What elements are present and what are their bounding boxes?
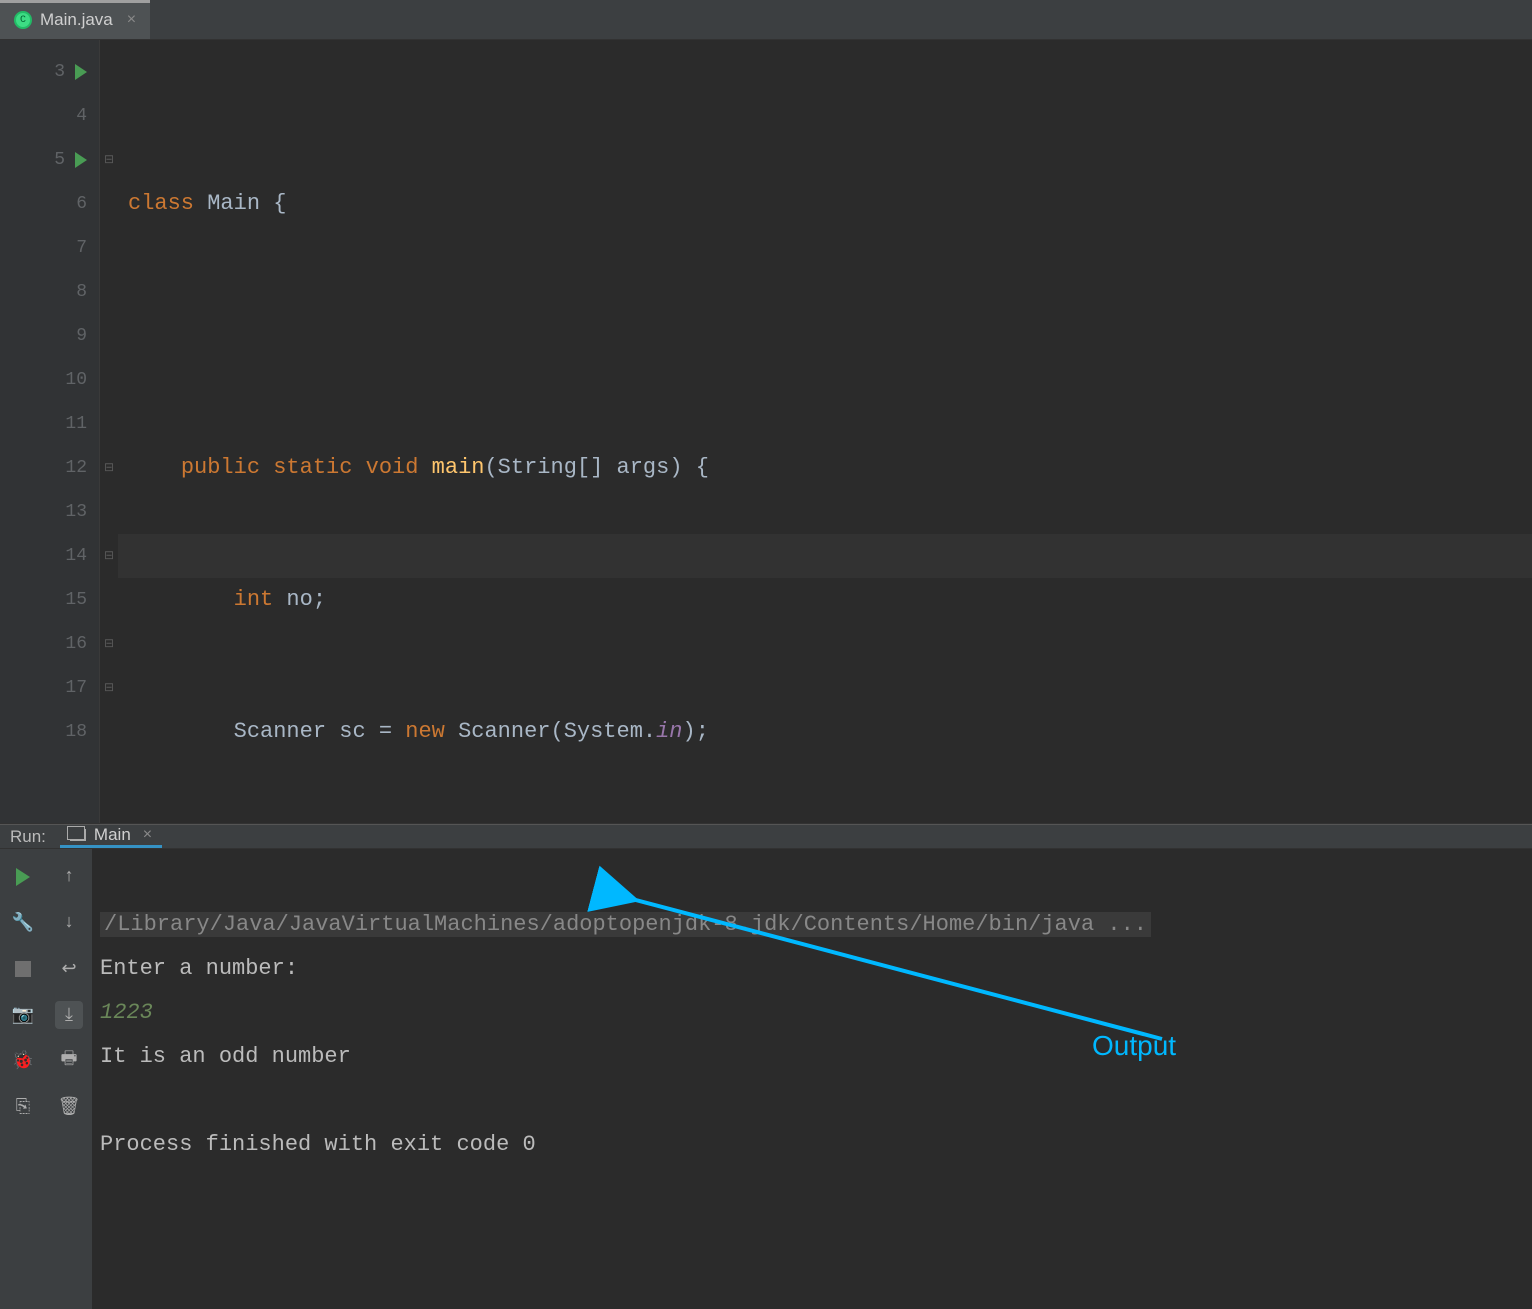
code-editor[interactable]: 3 4 5 6 7 8 9 10 11 12 13 14 15 16 17 18… (0, 40, 1532, 824)
file-tab-label: Main.java (40, 10, 113, 30)
run-toolbar-secondary: ↑ ↓ ↩ ⤓ 🖶 🗑 (46, 849, 92, 1309)
console-prompt-line: Enter a number: (100, 956, 311, 981)
code-line (128, 314, 1532, 358)
line-number: 17 (65, 666, 87, 710)
line-number: 16 (65, 622, 87, 666)
run-panel-header: Run: Main × (0, 825, 1532, 849)
clear-all-button[interactable]: 🗑 (55, 1093, 83, 1121)
fold-end-icon: ⊟ (100, 622, 118, 666)
line-number: 15 (65, 578, 87, 622)
java-class-icon: C (14, 11, 32, 29)
code-area[interactable]: class Main { public static void main(Str… (118, 40, 1532, 823)
line-number: 3 (54, 50, 65, 94)
current-line-highlight (118, 534, 1532, 578)
code-line: Scanner sc = new Scanner(System.in); (128, 710, 1532, 754)
run-gutter-icon[interactable] (75, 152, 87, 168)
rerun-button[interactable] (9, 863, 37, 891)
run-gutter-icon[interactable] (75, 64, 87, 80)
line-number: 4 (76, 94, 87, 138)
fold-column: ⊟ ⊟ ⊟ ⊟ ⊟ (100, 40, 118, 823)
soft-wrap-button[interactable]: ↩ (55, 955, 83, 983)
fold-toggle-icon[interactable]: ⊟ (100, 138, 118, 182)
print-button[interactable]: 🖶 (55, 1047, 83, 1075)
console-result-line: It is an odd number (100, 1044, 351, 1069)
code-line: public static void main(String[] args) { (128, 446, 1532, 490)
line-number: 11 (65, 402, 87, 446)
code-line: int no; (128, 578, 1532, 622)
line-number: 6 (76, 182, 87, 226)
line-number: 18 (65, 710, 87, 754)
run-body: 🔧 📷 🐞 ⎘ ↑ ↓ ↩ ⤓ 🖶 🗑 /Library/Java/JavaVi… (0, 849, 1532, 1309)
line-number: 14 (65, 534, 87, 578)
console-command-line: /Library/Java/JavaVirtualMachines/adopto… (100, 912, 1151, 937)
annotation-label: Output (1092, 1024, 1176, 1068)
run-toolbar-primary: 🔧 📷 🐞 ⎘ (0, 849, 46, 1309)
exit-button[interactable]: 🐞 (9, 1047, 37, 1075)
line-number-gutter: 3 4 5 6 7 8 9 10 11 12 13 14 15 16 17 18 (0, 40, 100, 823)
console-user-input: 1223 (100, 1000, 153, 1025)
editor-tab-bar: C Main.java × (0, 0, 1532, 40)
fold-end-icon: ⊟ (100, 534, 118, 578)
down-button[interactable]: ↓ (55, 909, 83, 937)
console-output[interactable]: /Library/Java/JavaVirtualMachines/adopto… (92, 849, 1532, 1309)
wrench-settings-button[interactable]: 🔧 (9, 909, 37, 937)
run-config-icon (70, 829, 86, 841)
stop-button[interactable] (9, 955, 37, 983)
layout-button[interactable]: ⎘ (9, 1093, 37, 1121)
file-tab-main[interactable]: C Main.java × (0, 0, 150, 39)
line-number: 5 (54, 138, 65, 182)
run-tab-label: Main (94, 825, 131, 845)
run-panel: Run: Main × 🔧 📷 🐞 ⎘ ↑ ↓ ↩ ⤓ 🖶 🗑 /Library… (0, 824, 1532, 1244)
close-run-tab-icon[interactable]: × (143, 826, 152, 844)
line-number: 12 (65, 446, 87, 490)
dump-threads-button[interactable]: 📷 (9, 1001, 37, 1029)
up-button[interactable]: ↑ (55, 863, 83, 891)
line-number: 13 (65, 490, 87, 534)
play-icon (16, 868, 30, 886)
code-line: class Main { (128, 182, 1532, 226)
line-number: 9 (76, 314, 87, 358)
line-number: 7 (76, 226, 87, 270)
fold-end-icon: ⊟ (100, 666, 118, 710)
run-panel-title: Run: (10, 827, 46, 847)
close-tab-icon[interactable]: × (127, 11, 136, 29)
run-tab-main[interactable]: Main × (60, 825, 162, 848)
fold-toggle-icon[interactable]: ⊟ (100, 446, 118, 490)
line-number: 8 (76, 270, 87, 314)
stop-icon (15, 961, 31, 977)
scroll-to-end-button[interactable]: ⤓ (55, 1001, 83, 1029)
line-number: 10 (65, 358, 87, 402)
console-exit-line: Process finished with exit code 0 (100, 1132, 536, 1157)
